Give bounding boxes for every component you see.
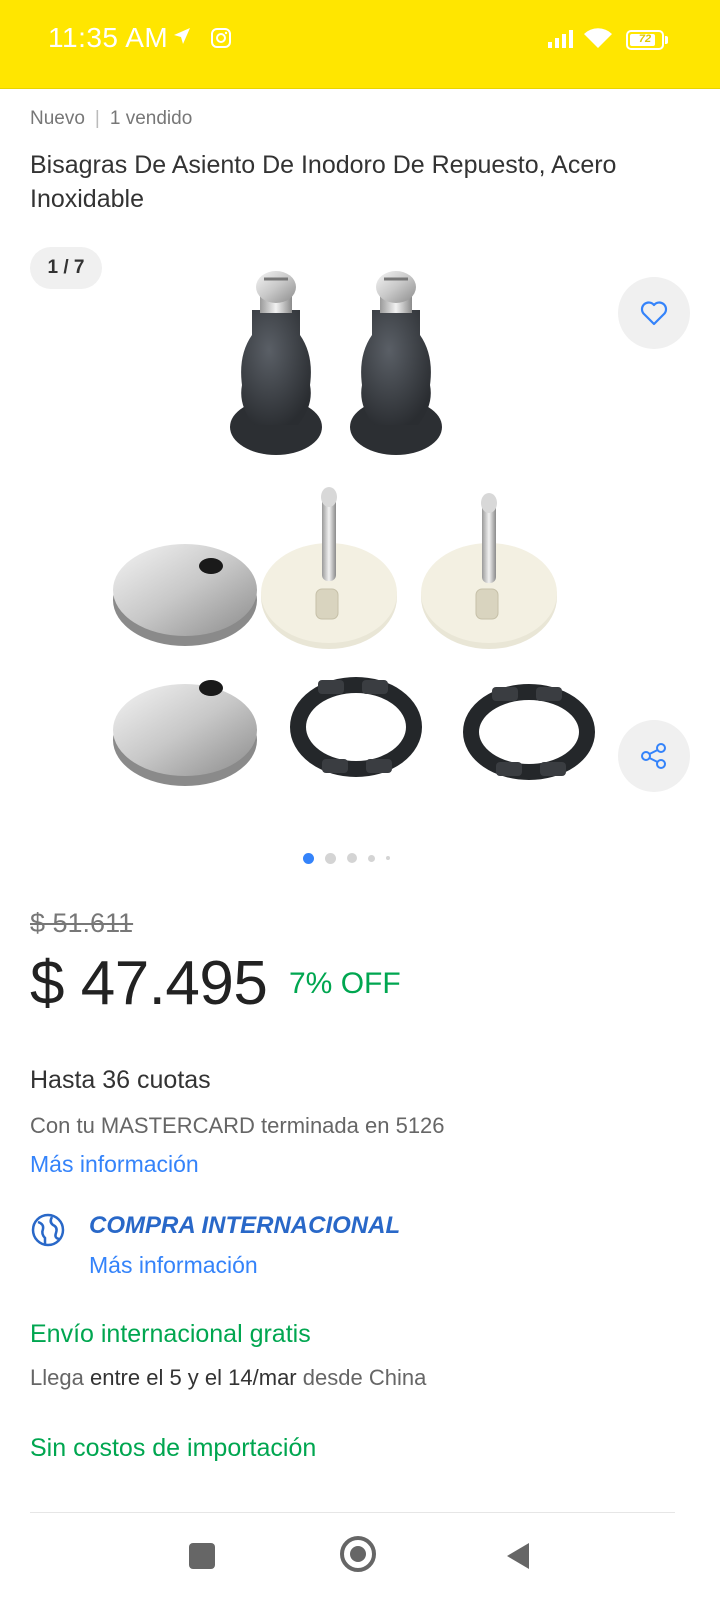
international-purchase-title: COMPRA INTERNACIONAL xyxy=(89,1212,401,1239)
globe-icon xyxy=(31,1213,65,1247)
status-bar: 11:35 AM 72 xyxy=(0,0,720,89)
recent-apps-button[interactable] xyxy=(189,1543,215,1569)
share-icon xyxy=(641,743,666,769)
sold-count: 1 vendido xyxy=(109,108,193,129)
import-costs-title: Sin costos de importación xyxy=(30,1434,317,1462)
shipping-dates: entre el 5 y el 14/mar xyxy=(89,1365,297,1390)
original-price: $ 51.611 xyxy=(30,908,134,938)
section-divider xyxy=(30,1512,675,1513)
installments-card-text: Con tu MASTERCARD terminada en 5126 xyxy=(30,1113,445,1138)
pagination-dot[interactable] xyxy=(325,852,336,864)
product-title: Bisagras De Asiento De Inodoro De Repues… xyxy=(30,151,617,213)
international-more-info-link[interactable]: Más información xyxy=(89,1252,258,1279)
shipping-title: Envío internacional gratis xyxy=(30,1320,311,1348)
product-image[interactable] xyxy=(100,265,620,825)
carousel-pagination[interactable] xyxy=(303,852,390,864)
pagination-dot[interactable] xyxy=(368,854,375,862)
pagination-dot-active[interactable] xyxy=(303,852,314,864)
condition-line: Nuevo | 1 vendido xyxy=(30,108,193,129)
image-counter: 1 / 7 xyxy=(30,247,102,289)
battery-icon: 72 xyxy=(626,30,664,50)
shipping-prefix: Llega xyxy=(30,1365,84,1390)
installments-more-info-link[interactable]: Más información xyxy=(30,1151,199,1178)
discount-badge: 7% OFF xyxy=(289,967,401,1000)
home-button[interactable] xyxy=(340,1536,376,1572)
share-button[interactable] xyxy=(618,720,690,792)
favorite-button[interactable] xyxy=(618,277,690,349)
wifi-icon xyxy=(584,28,612,48)
pagination-dot[interactable] xyxy=(386,856,390,860)
location-arrow-icon xyxy=(174,28,190,44)
clock: 11:35 AM xyxy=(48,22,169,53)
shipping-detail: Llega entre el 5 y el 14/mar desde China xyxy=(30,1365,426,1391)
shipping-origin: desde China xyxy=(302,1365,427,1390)
current-price: $ 47.495 xyxy=(30,949,268,1018)
instagram-icon xyxy=(211,28,231,48)
heart-icon xyxy=(640,301,668,326)
back-button[interactable] xyxy=(505,1541,531,1571)
pagination-dot[interactable] xyxy=(347,853,357,863)
condition-label: Nuevo xyxy=(30,108,85,129)
installments-title: Hasta 36 cuotas xyxy=(30,1066,211,1094)
signal-icon xyxy=(548,30,573,48)
